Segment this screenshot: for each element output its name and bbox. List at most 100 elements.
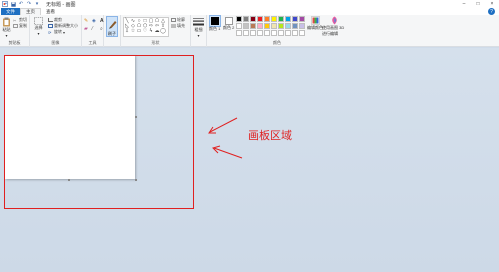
size-group: 粗细 ▾ (191, 15, 207, 47)
color1-button[interactable]: 颜色 1 (208, 15, 221, 32)
color2-button[interactable]: 颜色 2 (223, 16, 234, 31)
fill-icon (171, 24, 176, 28)
customize-quick-access-icon[interactable]: ▾ (34, 1, 40, 7)
fill-label: 填充 (177, 23, 185, 28)
brush-icon (109, 21, 117, 29)
redo-icon[interactable]: ↷ (26, 1, 32, 7)
edit-colors-icon (310, 16, 320, 25)
tab-home[interactable]: 主页 (20, 8, 41, 15)
edit-colors-label: 编辑颜色 (307, 25, 323, 30)
colors-group: 颜色 1 颜色 2 编辑颜色 使用画图 3D 进行编辑 颜色 (207, 15, 347, 47)
shapes-group: ╲ ∿ ○ □ ▢ ⬠ △ ◺ ◇ ⬠ ⬡ ⇨ ⇦ ⇧ ⇩ ☆ ▭ ♡ ϟ ☁ … (121, 15, 191, 47)
select-button[interactable]: 选择 ▾ (34, 17, 43, 36)
clipboard-group-label: 剪贴板 (8, 40, 21, 45)
pencil-icon[interactable]: ✎ (84, 18, 90, 24)
rotate-button[interactable]: ⟳ 旋转 ▾ (48, 29, 65, 35)
paint3d-icon (332, 16, 337, 25)
select-icon (34, 17, 43, 25)
palette-swatch[interactable] (299, 16, 305, 22)
brushes-button[interactable]: 刷子 (106, 16, 118, 37)
clipboard-group: 粘贴 ▾ ✂ 剪切 复制 剪贴板 (0, 15, 30, 47)
annotation-label: 画板区域 (248, 129, 292, 142)
color-picker-icon[interactable]: ⁄ (92, 26, 98, 32)
shapes-group-label: 形状 (151, 40, 160, 45)
palette-swatch[interactable] (285, 16, 291, 22)
circle-shape-icon[interactable]: ◯ (160, 28, 166, 34)
palette-swatch[interactable] (257, 23, 263, 29)
clipboard-icon (3, 17, 10, 27)
paint-app-icon (2, 1, 8, 7)
palette-swatch[interactable] (292, 16, 298, 22)
minimize-button[interactable]: – (457, 0, 471, 8)
tab-view[interactable]: 查看 (41, 8, 60, 15)
palette-swatch[interactable] (278, 23, 284, 29)
palette-swatch[interactable] (278, 16, 284, 22)
arrow-upper (208, 117, 238, 134)
rotate-icon: ⟳ (48, 30, 52, 35)
fill-bucket-icon[interactable]: ◈ (92, 18, 98, 24)
window-controls: – □ × (457, 0, 499, 8)
close-button[interactable]: × (485, 0, 499, 8)
copy-icon (13, 24, 18, 28)
palette-swatch[interactable] (250, 23, 256, 29)
resize-icon (48, 24, 53, 28)
paste-button[interactable]: 粘贴 ▾ (2, 17, 11, 38)
tab-file[interactable]: 文件 (1, 8, 20, 15)
paint3d-button[interactable]: 使用画图 3D 进行编辑 (322, 16, 347, 37)
help-button[interactable]: ? (488, 8, 495, 15)
palette-swatch[interactable] (236, 16, 242, 22)
palette-swatch[interactable] (271, 30, 277, 36)
palette-swatch[interactable] (299, 30, 305, 36)
palette-swatch[interactable] (243, 23, 249, 29)
edit-colors-button[interactable]: 编辑颜色 (307, 16, 323, 31)
color1-label: 颜色 1 (209, 26, 221, 31)
scissors-icon: ✂ (13, 18, 17, 23)
palette-swatch[interactable] (236, 30, 242, 36)
palette-swatch[interactable] (285, 30, 291, 36)
save-icon[interactable] (10, 1, 16, 7)
palette-swatch[interactable] (243, 30, 249, 36)
palette-swatch[interactable] (271, 23, 277, 29)
color2-label: 颜色 2 (223, 25, 235, 30)
undo-icon[interactable]: ↶ (18, 1, 24, 7)
color2-swatch (224, 17, 233, 25)
copy-label: 复制 (19, 23, 27, 28)
size-button[interactable]: 粗细 ▾ (193, 17, 204, 38)
rotate-label: 旋转 (54, 29, 62, 34)
title-bar: ↶ ↷ ▾ 无标题 - 画图 – □ × (0, 0, 499, 8)
palette-swatch[interactable] (264, 30, 270, 36)
shapes-gallery[interactable]: ╲ ∿ ○ □ ▢ ⬠ △ ◺ ◇ ⬠ ⬡ ⇨ ⇦ ⇧ ⇩ ☆ ▭ ♡ ϟ ☁ … (123, 17, 169, 37)
palette-swatch[interactable] (285, 23, 291, 29)
line-width-icon (193, 18, 204, 26)
palette-swatch[interactable] (236, 23, 242, 29)
palette-swatch[interactable] (250, 30, 256, 36)
tools-group: ✎ ◈ A ▰ ⁄ ⌕ 工具 (82, 15, 104, 47)
palette-swatch[interactable] (299, 23, 305, 29)
palette-swatch[interactable] (257, 16, 263, 22)
palette-swatch[interactable] (257, 30, 263, 36)
color1-swatch (208, 15, 221, 27)
image-group-label: 图像 (51, 40, 60, 45)
palette-swatch[interactable] (264, 16, 270, 22)
eraser-icon[interactable]: ▰ (84, 26, 90, 32)
colors-group-label: 颜色 (273, 40, 281, 45)
ribbon-tabs: 文件 主页 查看 (0, 8, 499, 15)
ribbon: 粘贴 ▾ ✂ 剪切 复制 剪贴板 选择 ▾ 裁剪 重新调整大小 ⟳ 旋转 ▾ 图… (0, 15, 499, 47)
palette-swatch[interactable] (243, 16, 249, 22)
fill-button[interactable]: 填充 (171, 23, 185, 29)
maximize-button[interactable]: □ (471, 0, 485, 8)
brushes-label: 刷子 (108, 31, 116, 36)
canvas-workspace[interactable]: 画板区域 (0, 48, 499, 272)
copy-button[interactable]: 复制 (13, 23, 27, 29)
arrow-lower (212, 145, 243, 159)
brushes-group: 刷子 (104, 15, 121, 47)
palette-swatch[interactable] (292, 30, 298, 36)
palette-swatch[interactable] (264, 23, 270, 29)
tools-group-label: 工具 (88, 40, 97, 45)
outline-icon (171, 18, 176, 22)
image-group: 选择 ▾ 裁剪 重新调整大小 ⟳ 旋转 ▾ 图像 (30, 15, 82, 47)
palette-swatch[interactable] (271, 16, 277, 22)
palette-swatch[interactable] (278, 30, 284, 36)
palette-swatch[interactable] (292, 23, 298, 29)
palette-swatch[interactable] (250, 16, 256, 22)
